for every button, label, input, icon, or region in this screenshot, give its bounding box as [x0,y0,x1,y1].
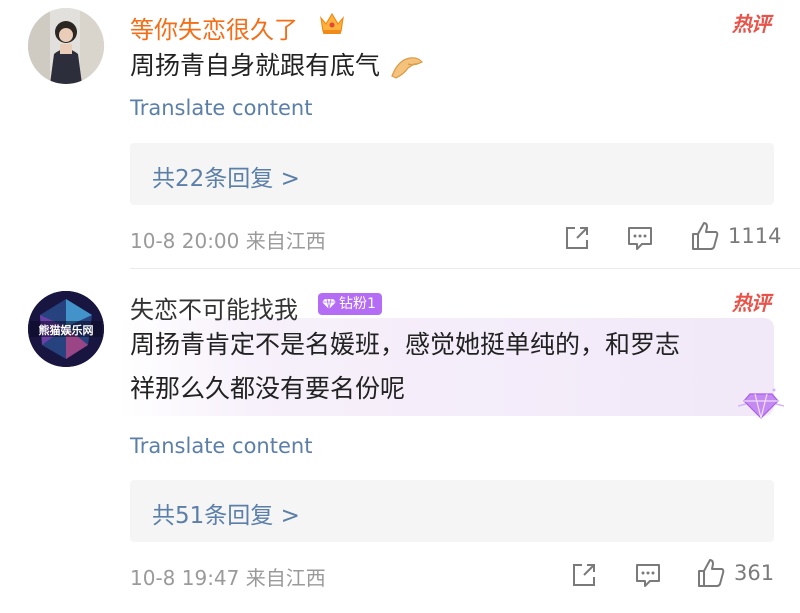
share-button[interactable] [563,224,591,252]
replies-count-link[interactable]: 共51条回复 > [152,496,300,530]
replies-box[interactable]: 共22条回复 > [130,143,774,205]
fan-badge-label: 钻粉1 [339,296,376,312]
like-count: 1114 [728,224,782,248]
like-button[interactable]: 361 [696,557,774,589]
translate-link[interactable]: Translate content [130,96,312,120]
comment-text: 周扬青肯定不是名媛班，感觉她挺单纯的，和罗志 祥那么久都没有要名份呢 [130,323,770,411]
avatar[interactable] [28,8,104,84]
comment-item: 熊猫娱乐网 失恋不可能找我 钻粉1 热评 周扬青肯定不是名媛班，感觉她挺单纯的，… [0,272,800,613]
comment-item: 等你失恋很久了 热评 周扬青自身就跟有底气 Translate content … [0,0,800,268]
comment-meta: 10-8 19:47 来自江西 [130,566,326,590]
translate-link[interactable]: Translate content [130,434,312,458]
like-count: 361 [734,561,775,585]
thumbs-up-icon [692,222,719,250]
share-icon [566,227,588,249]
like-button[interactable]: 1114 [690,220,781,252]
fan-badge[interactable]: 钻粉1 [318,293,382,315]
comment-icon [628,227,652,250]
diamond-icon [322,298,336,310]
avatar-label: 熊猫娱乐网 [39,323,94,337]
username[interactable]: 失恋不可能找我 [130,290,298,325]
replies-count-link[interactable]: 共22条回复 > [152,159,300,193]
comment-text-content: 周扬青自身就跟有底气 [130,51,381,80]
comment-icon [636,564,660,587]
username[interactable]: 等你失恋很久了 [130,10,298,45]
hot-comment-tag: 热评 [732,291,771,315]
thumbs-up-icon [698,559,725,587]
comment-text: 周扬青自身就跟有底气 [130,44,426,88]
share-icon [573,564,595,586]
hot-comment-tag: 热评 [732,12,771,36]
pinching-hand-emoji-icon [388,52,426,82]
crown-icon [318,10,346,36]
comment-text-line: 祥那么久都没有要名份呢 [130,374,406,403]
replies-box[interactable]: 共51条回复 > [130,480,774,542]
comment-text-line: 周扬青肯定不是名媛班，感觉她挺单纯的，和罗志 [130,330,681,359]
comment-meta: 10-8 20:00 来自江西 [130,229,326,253]
diamond-badge-icon [737,386,785,420]
share-button[interactable] [570,561,598,589]
reply-button[interactable] [626,224,654,252]
divider [130,268,800,269]
reply-button[interactable] [634,561,662,589]
avatar[interactable]: 熊猫娱乐网 [28,291,104,367]
